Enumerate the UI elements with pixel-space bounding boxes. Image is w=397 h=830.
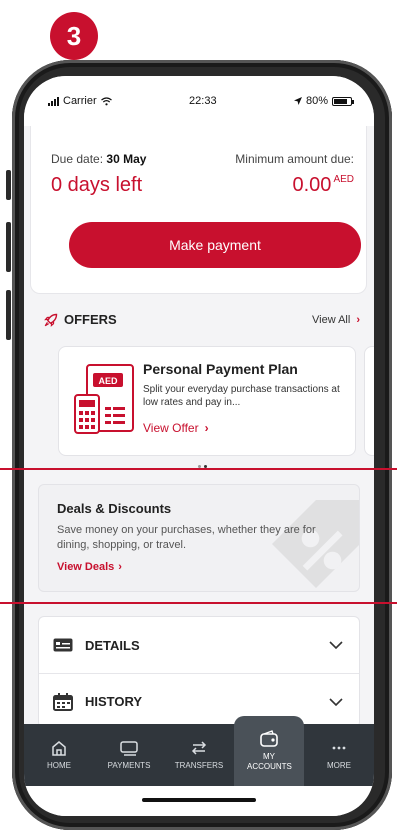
illustration-currency-text: AED — [98, 376, 118, 386]
more-icon — [332, 746, 346, 750]
tab-home-label: HOME — [47, 761, 71, 770]
minimum-amount: 0.00 AED — [293, 174, 355, 197]
history-header: HISTORY — [53, 692, 143, 711]
battery-status: 80% — [293, 95, 354, 107]
tab-payments-label: PAYMENTS — [107, 761, 151, 770]
due-date-value: 30 May — [106, 152, 147, 166]
battery-icon — [332, 96, 354, 106]
transfers-icon — [191, 741, 207, 755]
details-header: DETAILS — [53, 638, 140, 653]
chevron-right-icon: › — [118, 561, 122, 573]
offers-label: OFFERS — [64, 312, 117, 327]
view-offer-link[interactable]: View Offer › — [143, 421, 209, 435]
highlight-line-bottom — [0, 602, 397, 604]
due-date-label: Due date: — [51, 152, 104, 166]
offers-title: OFFERS — [44, 312, 117, 327]
tab-transfers[interactable]: TRANSFERS — [164, 724, 234, 786]
deals-title: Deals & Discounts — [57, 501, 172, 516]
offer-card[interactable]: AED Personal Payment Plan Split your eve… — [58, 346, 356, 456]
next-offer-card[interactable] — [364, 346, 374, 456]
view-all-label: View All — [312, 313, 351, 326]
volume-up-button — [6, 222, 11, 272]
offer-title: Personal Payment Plan — [143, 361, 298, 377]
details-row[interactable]: DETAILS — [39, 617, 359, 673]
card-icon — [53, 638, 73, 652]
view-all-link[interactable]: View All › — [312, 314, 360, 326]
chevron-right-icon: › — [356, 313, 360, 326]
history-label: HISTORY — [85, 694, 143, 709]
chevron-right-icon: › — [204, 421, 209, 435]
step-badge: 3 — [50, 12, 98, 60]
carrier-label: Carrier — [63, 95, 97, 107]
due-values-row: 0 days left 0.00 AED — [51, 174, 354, 197]
tab-transfers-label: TRANSFERS — [174, 761, 224, 770]
details-label: DETAILS — [85, 637, 140, 653]
battery-percent: 80% — [305, 95, 328, 107]
status-bar: Carrier 22:33 80% — [24, 76, 374, 126]
deals-card[interactable]: Deals & Discounts Save money on your pur… — [38, 484, 360, 592]
chevron-down-icon — [329, 697, 343, 706]
offer-description: Split your everyday purchase transaction… — [143, 384, 340, 408]
view-deals-link[interactable]: View Deals › — [57, 561, 122, 573]
account-sections: DETAILS HISTORY — [38, 616, 360, 728]
tab-payments[interactable]: PAYMENTS — [94, 724, 164, 786]
calendar-icon — [53, 692, 73, 711]
view-offer-label: View Offer — [143, 421, 199, 435]
carrier-status: Carrier — [48, 95, 112, 107]
deals-description: Save money on your purchases, whether th… — [57, 524, 316, 551]
offers-header: OFFERS View All › — [44, 312, 360, 327]
wifi-icon — [100, 96, 112, 105]
home-icon — [52, 741, 66, 756]
days-left: 0 days left — [51, 174, 143, 196]
history-row[interactable]: HISTORY — [39, 673, 359, 729]
payment-plan-illustration: AED — [74, 364, 134, 434]
phone-screen: Carrier 22:33 80% Due date: 30 May Minim… — [24, 76, 374, 816]
highlight-line-top — [0, 468, 397, 470]
wallet-icon — [260, 730, 278, 747]
bottom-tab-bar: HOME PAYMENTS TRANSFERS MY ACCOUNTS MORE — [24, 716, 374, 786]
minimum-amount-label: Minimum amount due: — [235, 152, 354, 166]
due-labels-row: Due date: 30 May Minimum amount due: — [51, 152, 354, 166]
rocket-icon — [44, 313, 58, 327]
tab-more-label: MORE — [327, 761, 351, 770]
payment-due-card: Due date: 30 May Minimum amount due: 0 d… — [30, 126, 367, 294]
tab-more[interactable]: MORE — [304, 724, 374, 786]
tab-my-accounts[interactable]: MY ACCOUNTS — [234, 716, 304, 786]
home-indicator[interactable] — [142, 798, 256, 802]
signal-icon — [48, 96, 59, 106]
make-payment-button[interactable]: Make payment — [69, 222, 361, 268]
clock: 22:33 — [189, 95, 217, 107]
location-arrow-icon — [293, 97, 302, 105]
home-indicator-area — [24, 786, 374, 816]
due-date: Due date: 30 May — [51, 152, 146, 166]
view-deals-label: View Deals — [57, 561, 115, 573]
tutorial-canvas: 3 Carrier 22:33 80% Due date: 30 May Min… — [0, 0, 397, 830]
tab-home[interactable]: HOME — [24, 724, 94, 786]
offer-illustration-peek — [365, 347, 374, 457]
amount-value: 0.00 — [292, 174, 332, 196]
mute-switch — [6, 170, 11, 200]
chevron-down-icon — [329, 641, 343, 649]
payments-icon — [120, 741, 138, 756]
volume-down-button — [6, 290, 11, 340]
tab-my-accounts-label: MY ACCOUNTS — [247, 752, 292, 771]
currency-label: AED — [333, 174, 354, 185]
